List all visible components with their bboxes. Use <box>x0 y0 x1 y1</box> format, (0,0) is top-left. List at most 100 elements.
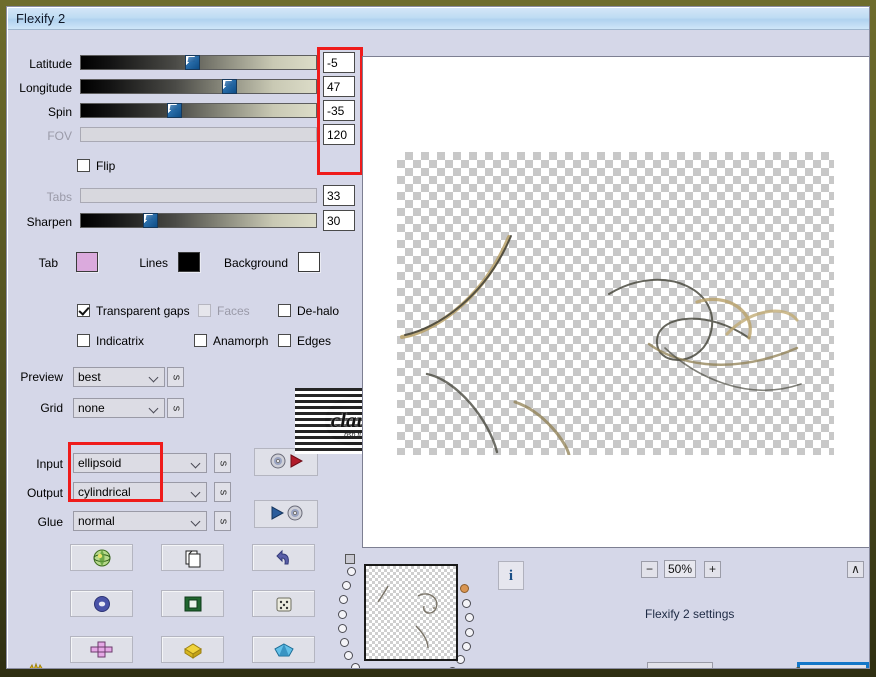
output-preset-button[interactable]: s <box>214 482 231 502</box>
combo-glue[interactable]: normal <box>73 511 207 531</box>
dialog-body: Latitude -5 Longitude 47 Spin -35 FOV 12… <box>8 30 869 668</box>
value-spin[interactable]: -35 <box>323 100 355 121</box>
checkbox-edges[interactable] <box>278 334 291 347</box>
combo-input[interactable]: ellipsoid <box>73 453 207 473</box>
slider-thumb-spin[interactable] <box>167 103 182 118</box>
label-flip: Flip <box>96 159 116 173</box>
dice-random-button[interactable] <box>252 590 315 617</box>
orientation-thumbnail[interactable] <box>364 564 458 661</box>
combo-input-value: ellipsoid <box>78 456 122 470</box>
zoom-in-button[interactable]: + <box>704 561 721 578</box>
ring-dot[interactable] <box>340 638 349 647</box>
square-frame-button[interactable] <box>161 590 224 617</box>
combo-output-value: cylindrical <box>78 485 131 499</box>
checkbox-transparent-gaps[interactable] <box>77 304 90 317</box>
combo-preview-value: best <box>78 370 101 384</box>
label-de-halo: De-halo <box>297 304 340 318</box>
gem-blue-button[interactable] <box>252 636 315 663</box>
label-faces: Faces <box>217 304 250 318</box>
input-preset-label: s <box>217 460 229 467</box>
ring-dot[interactable] <box>465 613 474 622</box>
pages-copy-icon <box>185 550 200 567</box>
value-sharpen[interactable]: 30 <box>323 210 355 231</box>
preview-canvas[interactable] <box>362 56 869 548</box>
disc-icon <box>287 505 303 524</box>
flexify-dialog-window: Flexify 2 Latitude -5 Longitude 47 Spin … <box>6 6 870 669</box>
label-glue: Glue <box>37 515 63 529</box>
slider-thumb-longitude[interactable] <box>222 79 237 94</box>
swatch-background-color[interactable] <box>298 252 320 272</box>
zoom-out-button[interactable]: − <box>641 561 658 578</box>
ring-dot[interactable] <box>339 595 348 604</box>
slider-thumb-latitude[interactable] <box>185 55 200 70</box>
ring-dot[interactable] <box>338 624 347 633</box>
slider-thumb-sharpen[interactable] <box>143 213 158 228</box>
square-frame-icon <box>184 596 201 611</box>
combo-preview[interactable]: best <box>73 367 165 387</box>
label-anamorph: Anamorph <box>213 334 269 348</box>
torus-button[interactable] <box>70 590 133 617</box>
ring-dot[interactable] <box>462 599 471 608</box>
gem-blue-icon <box>273 642 294 656</box>
preview-preset-button[interactable]: s <box>167 367 184 387</box>
chevron-down-icon <box>150 374 159 379</box>
slider-longitude[interactable] <box>80 79 317 94</box>
input-preset-button[interactable]: s <box>214 453 231 473</box>
label-lines-color: Lines <box>139 256 168 270</box>
play-triangle-blue-icon <box>270 505 284 523</box>
cross-net-button[interactable] <box>70 636 133 663</box>
label-tabs: Tabs <box>46 190 72 204</box>
ring-dot[interactable] <box>462 642 471 651</box>
chevron-down-icon <box>192 518 201 523</box>
title-bar: Flexify 2 <box>8 8 869 30</box>
cube-yellow-button[interactable] <box>161 636 224 663</box>
ring-corner-handle[interactable] <box>345 554 355 564</box>
label-transparent-gaps: Transparent gaps <box>96 304 190 318</box>
checkbox-flip[interactable] <box>77 159 90 172</box>
slider-fov <box>80 127 317 142</box>
value-latitude[interactable]: -5 <box>323 52 355 73</box>
ring-dot[interactable] <box>344 651 353 660</box>
label-input: Input <box>36 457 63 471</box>
ring-dot[interactable] <box>347 567 356 576</box>
label-indicatrix: Indicatrix <box>96 334 145 348</box>
output-preset-label: s <box>217 489 229 496</box>
value-longitude[interactable]: 47 <box>323 76 355 97</box>
ring-dot[interactable] <box>338 610 347 619</box>
combo-output[interactable]: cylindrical <box>73 482 207 502</box>
collapse-panel-button[interactable]: ∧ <box>847 561 864 578</box>
checkbox-anamorph[interactable] <box>194 334 207 347</box>
value-tabs[interactable]: 33 <box>323 185 355 206</box>
grid-preset-button[interactable]: s <box>167 398 184 418</box>
checkbox-indicatrix[interactable] <box>77 334 90 347</box>
pages-copy-button[interactable] <box>161 544 224 571</box>
glue-preset-button[interactable]: s <box>214 511 231 531</box>
slider-sharpen[interactable] <box>80 213 317 228</box>
globe-map-button[interactable] <box>70 544 133 571</box>
undo-arrow-button[interactable] <box>252 544 315 571</box>
swatch-lines-color[interactable] <box>178 252 200 272</box>
label-tab-color: Tab <box>38 256 58 270</box>
info-button[interactable]: i <box>498 561 524 590</box>
combo-grid[interactable]: none <box>73 398 165 418</box>
save-preset-button[interactable] <box>254 500 318 528</box>
chevron-down-icon <box>192 460 201 465</box>
combo-glue-value: normal <box>78 514 115 528</box>
chevron-down-icon <box>150 405 159 410</box>
slider-latitude[interactable] <box>80 55 317 70</box>
value-fov[interactable]: 120 <box>323 124 355 145</box>
ring-dot[interactable] <box>448 667 457 668</box>
checkbox-de-halo[interactable] <box>278 304 291 317</box>
ring-dot[interactable] <box>342 581 351 590</box>
label-output: Output <box>26 486 63 500</box>
checkbox-faces <box>198 304 211 317</box>
ring-dot-selected[interactable] <box>460 584 469 593</box>
label-longitude: Longitude <box>19 81 72 95</box>
ring-dot[interactable] <box>465 628 474 637</box>
slider-spin[interactable] <box>80 103 317 118</box>
frog-icon[interactable] <box>24 660 54 668</box>
cancel-button[interactable]: Cancel <box>647 662 713 668</box>
swatch-tab-color[interactable] <box>76 252 98 272</box>
label-sharpen: Sharpen <box>26 215 72 229</box>
ring-dot[interactable] <box>351 663 360 668</box>
